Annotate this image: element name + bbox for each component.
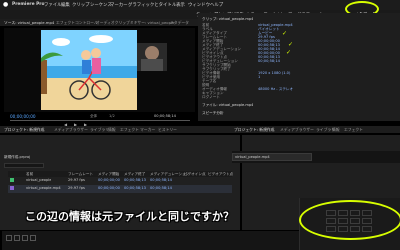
- tab-effects-right[interactable]: エフェクト: [344, 127, 363, 133]
- checkmark-annotation-icon: ✓: [282, 30, 288, 37]
- speech-analysis-header[interactable]: スピーチ分析: [202, 111, 224, 115]
- tab-media-browser[interactable]: メディアブラウザー: [54, 127, 88, 133]
- tab-audio-clip-mixer[interactable]: オーディオクリップミキサー: virtual_people: [96, 20, 174, 26]
- tab-history[interactable]: ヒストリー: [158, 127, 177, 133]
- column-video-out[interactable]: ビデオアウト点: [208, 172, 233, 176]
- razor-tool-icon[interactable]: [30, 235, 36, 241]
- track-select-tool-icon[interactable]: [14, 235, 20, 241]
- tab-metadata-left[interactable]: メタデータ: [170, 20, 189, 26]
- project-search-input[interactable]: [4, 163, 44, 168]
- column-frame-rate[interactable]: フレームレート: [68, 172, 93, 176]
- inspector-file-name: ファイル: virtual_people.mp4: [202, 103, 254, 107]
- timeline-tabs: プロジェクト: 新規作成 メディアブラウザー ライブラリ 情報 エフェクト: [232, 126, 400, 133]
- timecode-duration: 00;00;58;14: [154, 114, 176, 118]
- column-media-end[interactable]: メディア終了: [124, 172, 145, 176]
- tab-media-browser-right[interactable]: メディアブラウザー: [280, 127, 314, 133]
- sequence-icon: [10, 178, 14, 182]
- list-item[interactable]: virtual_people.mp4 29.97 fps 00;00;00;00…: [8, 185, 232, 193]
- tab-effects[interactable]: エフェクト: [120, 127, 139, 133]
- ripple-edit-tool-icon[interactable]: [22, 235, 28, 241]
- timeline-clip[interactable]: virtual_people.mp4: [232, 153, 312, 161]
- source-tabs: ソース: virtual_people.mp4 エフェクトコントロール オーディ…: [0, 19, 198, 26]
- checkmark-annotation-icon: ✓: [286, 49, 292, 56]
- tab-markers[interactable]: マーカー: [140, 127, 155, 133]
- tab-libraries[interactable]: ライブラリ: [90, 127, 109, 133]
- menu-help[interactable]: ヘルプ: [210, 2, 223, 8]
- tab-source[interactable]: ソース: virtual_people.mp4: [4, 20, 54, 26]
- inspector-clip-name: クリップ: virtual_people.mp4: [202, 17, 254, 21]
- list-item[interactable]: virtual_people 29.97 fps 00;00;00;00 00;…: [8, 177, 232, 185]
- highlight-circle-buttons: [299, 200, 400, 240]
- tab-project-right[interactable]: プロジェクト: 新規作成: [234, 127, 274, 133]
- menu-view[interactable]: 表示: [176, 2, 185, 8]
- quality-select[interactable]: 1/2: [109, 114, 115, 118]
- project-file-name: 新規作成.prproj: [4, 155, 31, 159]
- annotation-caption: この辺の情報は元ファイルと同じですか？: [25, 210, 234, 223]
- video-frame: [41, 30, 137, 110]
- column-media-start[interactable]: メディア開始: [98, 172, 119, 176]
- menu-window[interactable]: ウィンドウ: [188, 2, 210, 8]
- playhead-track[interactable]: [10, 120, 190, 121]
- menu-graphics-titles[interactable]: グラフィックとタイトル: [128, 2, 176, 8]
- monitor-timebar: 00;00;00;00 全体 1/2 00;00;58;14 ◀ ▶ ▶: [4, 113, 195, 127]
- menu-file[interactable]: ファイル: [44, 2, 62, 8]
- zoom-select[interactable]: 全体: [90, 114, 97, 118]
- person-head-image: [145, 46, 159, 60]
- menu-clip[interactable]: クリップ: [72, 2, 90, 8]
- column-video-in[interactable]: ビデオイン点: [184, 172, 206, 176]
- tab-project[interactable]: プロジェクト: 新規作成: [4, 127, 44, 133]
- clip-icon: [10, 186, 14, 190]
- menu-marker[interactable]: マーカー: [110, 2, 128, 8]
- tab-effect-controls[interactable]: エフェクトコントロール: [56, 20, 98, 26]
- timecode-current[interactable]: 00;00;00;00: [10, 114, 36, 119]
- webcam-overlay: [137, 43, 167, 71]
- selection-tool-icon[interactable]: [6, 235, 12, 241]
- checkmark-annotation-icon: ✓: [288, 41, 294, 48]
- tab-info[interactable]: 情報: [108, 127, 116, 133]
- project-tabs: プロジェクト: 新規作成 メディアブラウザー ライブラリ 情報 エフェクト マー…: [0, 126, 240, 133]
- column-name[interactable]: 名前: [26, 172, 33, 176]
- person-body-image: [141, 59, 163, 71]
- cartoon-beach-scene-image: [41, 30, 137, 110]
- metadata-panel: クリップ: virtual_people.mp4 名前 virtual_peopl…: [198, 13, 400, 121]
- apple-menu-icon[interactable]: ●: [3, 1, 9, 8]
- menu-edit[interactable]: 編集: [61, 2, 70, 8]
- menu-sequence[interactable]: シーケンス: [90, 2, 112, 8]
- tab-info-right[interactable]: 情報: [332, 127, 340, 133]
- app-name-menu[interactable]: Premiere Pro: [12, 2, 45, 7]
